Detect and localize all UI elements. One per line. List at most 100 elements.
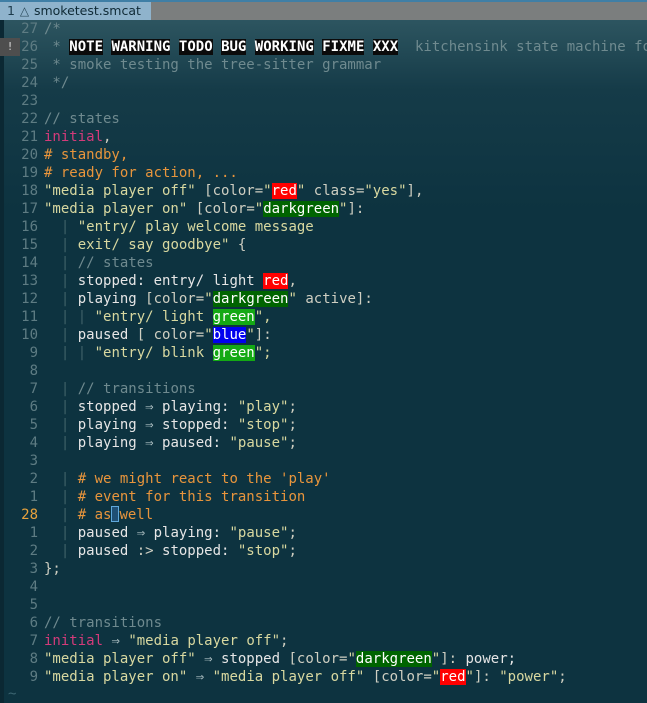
code-line[interactable]: 5 [0,596,647,614]
sign-cell [0,434,20,452]
code-line[interactable]: 24 */ [0,74,647,92]
code-lines[interactable]: 27/*! 26 * NOTE WARNING TODO BUG WORKING … [0,20,647,686]
line-content[interactable]: | // transitions [44,380,647,398]
token-str: "pause" [221,525,289,541]
token-c-green: green [212,309,255,325]
code-line[interactable]: 11 | | "entry/ light green", [0,308,647,326]
token-attr: class [313,183,356,199]
code-line[interactable]: 13 | stopped: entry/ light red, [0,272,647,290]
code-line[interactable]: 17 "media player on" [color="darkgreen"]: [0,200,647,218]
code-line[interactable]: 25 * smoke testing the tree-sitter gramm… [0,56,647,74]
line-content[interactable]: | | "entry/ light green", [44,308,647,326]
line-content[interactable]: | playing ⇒ stopped: "stop"; [44,416,647,434]
code-line[interactable]: 7 initial ⇒ "media player off"; [0,632,647,650]
code-line[interactable]: 7 | // transitions [0,380,647,398]
code-line[interactable]: 8 "media player off" ⇒ stopped [color="da… [0,650,647,668]
code-line[interactable]: 14 | // states [0,254,647,272]
line-content[interactable]: # ready for action, ... [44,164,647,182]
token-guide: | [44,237,70,253]
line-content[interactable]: | # event for this transition [44,488,647,506]
code-line[interactable]: 16 | "entry/ play welcome message [0,218,647,236]
token-punct: [ [187,201,205,217]
token-punct: ; [288,417,297,433]
editor-viewport[interactable]: 27/*! 26 * NOTE WARNING TODO BUG WORKING … [0,20,647,703]
tab-filename: smoketest.smcat [33,3,141,18]
code-line[interactable]: ! 26 * NOTE WARNING TODO BUG WORKING FIXM… [0,38,647,56]
code-line[interactable]: 15 | exit/ say goodbye" { [0,236,647,254]
code-line[interactable]: 21 initial, [0,128,647,146]
line-content[interactable]: // transitions [44,614,647,632]
line-content[interactable]: "media player on" ⇒ "media player off" [… [44,668,647,686]
tab-0[interactable]: 1 △ smoketest.smcat [0,2,151,20]
line-content[interactable]: * NOTE WARNING TODO BUG WORKING FIXME XX… [44,38,647,56]
token-guide: | [44,489,70,505]
diagnostic-error-icon[interactable]: ! [0,38,20,56]
code-line[interactable]: 8 [0,362,647,380]
sign-cell [0,578,20,596]
code-line[interactable]: 9 | | "entry/ blink green"; [0,344,647,362]
line-content[interactable]: | exit/ say goodbye" { [44,236,647,254]
code-line[interactable]: 4 | playing ⇒ paused: "pause"; [0,434,647,452]
code-line[interactable]: 3}; [0,560,647,578]
line-number: 5 [29,597,38,613]
token-str: " [204,327,213,343]
code-line[interactable]: 2 | paused :> stopped: "stop"; [0,542,647,560]
token-punct: = [195,327,205,343]
code-line[interactable]: 20 # standby, [0,146,647,164]
line-content[interactable]: | paused :> stopped: "stop"; [44,542,647,560]
token-guide: | [44,219,70,235]
token-str: "stop" [229,543,289,559]
code-line[interactable]: 2 | # we might react to the 'play' [0,470,647,488]
token-str: " [246,327,255,343]
code-line[interactable]: 4 [0,578,647,596]
code-line[interactable]: 10 | paused [ color="blue"]: [0,326,647,344]
line-content[interactable]: | paused ⇒ playing: "pause"; [44,524,647,542]
line-content[interactable]: initial ⇒ "media player off"; [44,632,647,650]
line-content[interactable]: | playing [color="darkgreen" active]: [44,290,647,308]
line-content[interactable]: // states [44,110,647,128]
line-content[interactable]: | stopped: entry/ light red, [44,272,647,290]
token-str: " [347,651,356,667]
line-content[interactable]: | # as well [44,506,647,524]
line-content[interactable]: /* [44,20,647,38]
token-kw: initial [44,633,104,649]
code-line[interactable]: 6 // transitions [0,614,647,632]
line-content[interactable]: "media player on" [color="darkgreen"]: [44,200,647,218]
line-content[interactable]: | playing ⇒ paused: "pause"; [44,434,647,452]
code-line[interactable]: 9 "media player on" ⇒ "media player off" … [0,668,647,686]
code-line[interactable]: 12 | playing [color="darkgreen" active]: [0,290,647,308]
line-number: 26 [21,39,38,55]
line-content[interactable]: | paused [ color="blue"]: [44,326,647,344]
line-number: 14 [21,255,38,271]
token-punct [305,183,313,199]
line-content[interactable]: }; [44,560,647,578]
code-line[interactable]: 22 // states [0,110,647,128]
code-line[interactable]: 1 | # event for this transition [0,488,647,506]
line-content[interactable]: * smoke testing the tree-sitter grammar [44,56,647,74]
token-hash: # as [69,507,112,523]
line-content[interactable]: | "entry/ play welcome message [44,218,647,236]
line-content[interactable]: "media player off" ⇒ stopped [color="dar… [44,650,647,668]
code-line[interactable]: 5 | playing ⇒ stopped: "stop"; [0,416,647,434]
line-content[interactable]: initial, [44,128,647,146]
token-punct: ]: [254,327,272,343]
line-content[interactable]: | // states [44,254,647,272]
code-line[interactable]: 19 # ready for action, ... [0,164,647,182]
line-content[interactable]: | | "entry/ blink green"; [44,344,647,362]
code-line[interactable]: 3 [0,452,647,470]
code-line[interactable]: 18 "media player off" [color="red" class=… [0,182,647,200]
line-content[interactable]: */ [44,74,647,92]
sign-cell [0,326,20,344]
code-line[interactable]: 27 /* [0,20,647,38]
code-line[interactable]: 23 [0,92,647,110]
code-line[interactable]: 1 | paused ⇒ playing: "pause"; [0,524,647,542]
token-hash: # event for this transition [69,489,306,505]
line-content[interactable]: # standby, [44,146,647,164]
code-line[interactable]: 6 | stopped ⇒ playing: "play"; [0,398,647,416]
code-line[interactable]: 28 | # as well [0,506,647,524]
line-number: 1 [29,525,38,541]
line-content[interactable]: "media player off" [color="red" class="y… [44,182,647,200]
line-content[interactable]: | stopped ⇒ playing: "play"; [44,398,647,416]
line-content[interactable]: | # we might react to the 'play' [44,470,647,488]
sign-cell [0,524,20,542]
